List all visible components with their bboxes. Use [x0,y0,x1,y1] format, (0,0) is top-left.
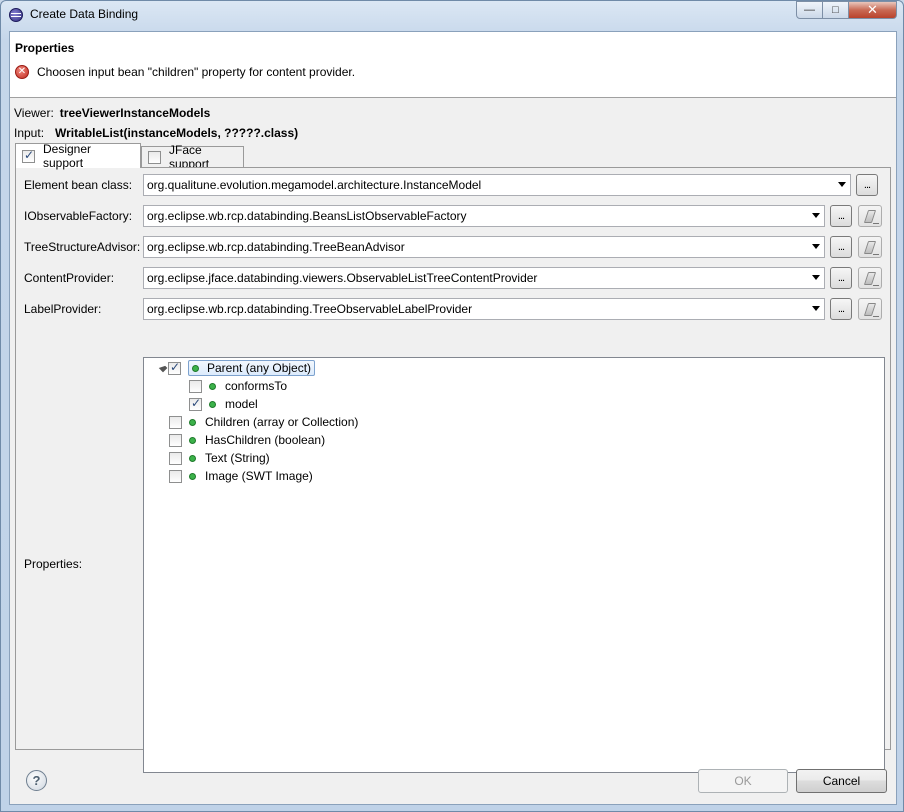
clear-button[interactable] [858,267,882,289]
cancel-button[interactable]: Cancel [796,769,887,793]
field-label: IObservableFactory: [24,209,133,223]
contentprovider-combo[interactable]: org.eclipse.jface.databinding.viewers.Ob… [143,267,825,289]
eraser-icon [863,210,877,223]
browse-button[interactable]: ... [830,267,852,289]
ok-button[interactable]: OK [698,769,788,793]
tree-item-parent[interactable]: Parent (any Object) [150,359,316,377]
viewer-value: treeViewerInstanceModels [59,106,211,120]
window-controls: — □ ✕ [796,1,897,19]
tree-item-image[interactable]: Image (SWT Image) [169,467,313,485]
window-title: Create Data Binding [30,7,139,21]
tree-item-label: HasChildren (boolean) [205,433,326,447]
header-title: Properties [15,41,75,55]
dialog-client-area: Properties ✕ Choosen input bean "childre… [9,31,897,805]
tree-item-model[interactable]: model [189,395,258,413]
element-bean-class-combo[interactable]: org.qualitune.evolution.megamodel.archit… [143,174,851,196]
eraser-icon [863,272,877,285]
tree-item-checkbox[interactable] [169,451,182,465]
combo-value: org.eclipse.wb.rcp.databinding.TreeBeanA… [147,240,405,254]
browse-button[interactable]: ... [830,205,852,227]
tree-item-text[interactable]: Text (String) [169,449,270,467]
help-icon[interactable]: ? [26,770,47,791]
tree-item-children[interactable]: Children (array or Collection) [169,413,358,431]
iobservablefactory-combo[interactable]: org.eclipse.wb.rcp.databinding.BeansList… [143,205,825,227]
tree-item-checkbox[interactable] [169,433,182,447]
field-label: ContentProvider: [24,271,115,285]
input-row: Input: WritableList(instanceModels, ?????… [14,126,298,140]
browse-button[interactable]: ... [830,236,852,258]
combo-value: org.eclipse.wb.rcp.databinding.BeansList… [147,209,467,223]
error-x-icon: ✕ [15,65,29,79]
treestructureadvisor-combo[interactable]: org.eclipse.wb.rcp.databinding.TreeBeanA… [143,236,825,258]
field-dot-icon [189,418,196,426]
tree-item-label: Image (SWT Image) [205,469,313,483]
tree-item-checkbox[interactable] [168,360,181,375]
designer-support-checkbox[interactable] [22,148,35,163]
eraser-icon [863,303,877,316]
dropdown-arrow-icon [812,213,820,218]
input-value: WritableList(instanceModels, ?????.class… [55,126,299,140]
clear-button[interactable] [858,298,882,320]
field-row-element-bean-class: Element bean class: org.qualitune.evolut… [24,174,878,196]
combo-value: org.eclipse.jface.databinding.viewers.Ob… [147,271,538,285]
tree-item-checkbox[interactable] [189,396,202,411]
labelprovider-combo[interactable]: org.eclipse.wb.rcp.databinding.TreeObser… [143,298,825,320]
properties-label: Properties: [24,557,83,571]
eclipse-app-icon [9,8,23,22]
title-bar[interactable]: Create Data Binding — □ ✕ [1,1,903,29]
tree-item-label: model [225,397,258,411]
tree-item-selection: Parent (any Object) [188,360,316,376]
field-dot-icon [209,382,216,390]
designer-support-panel: Element bean class: org.qualitune.evolut… [15,167,891,773]
field-label: LabelProvider: [24,302,102,316]
input-label: Input: [14,126,45,140]
field-dot-icon [209,400,216,408]
jface-support-checkbox[interactable] [148,150,161,164]
viewer-row: Viewer: treeViewerInstanceModels [14,106,210,120]
tab-jface-support[interactable]: JFace support [141,143,244,171]
browse-button[interactable]: ... [830,298,852,320]
tree-item-label: Parent (any Object) [207,361,312,375]
tab-label: Designer support [43,142,92,170]
tree-item-haschildren[interactable]: HasChildren (boolean) [169,431,325,449]
tree-item-conformsto[interactable]: conformsTo [189,377,287,395]
field-label: TreeStructureAdvisor: [24,240,141,254]
field-row-contentprovider: ContentProvider: org.eclipse.jface.datab… [24,267,882,289]
combo-value: org.qualitune.evolution.megamodel.archit… [147,178,482,192]
expand-triangle-icon[interactable] [150,359,168,377]
error-message: Choosen input bean "children" property f… [37,65,356,79]
tree-item-checkbox[interactable] [189,379,202,393]
combo-value: org.eclipse.wb.rcp.databinding.TreeObser… [147,302,473,316]
tree-item-label: Children (array or Collection) [205,415,359,429]
minimize-button[interactable]: — [796,1,823,19]
dialog-window: Create Data Binding — □ ✕ Properties ✕ C… [0,0,904,812]
tree-item-checkbox[interactable] [169,469,182,483]
dropdown-arrow-icon [838,182,846,187]
dropdown-arrow-icon [812,306,820,311]
field-row-iobservablefactory: IObservableFactory: org.eclipse.wb.rcp.d… [24,205,882,227]
clear-button[interactable] [858,205,882,227]
field-dot-icon [189,472,196,480]
eraser-icon [863,241,877,254]
maximize-button[interactable]: □ [823,1,849,19]
browse-button[interactable]: ... [856,174,878,196]
properties-tree[interactable]: Parent (any Object) conformsTo model Ch [143,357,885,773]
close-button[interactable]: ✕ [849,1,897,19]
dialog-header: Properties ✕ Choosen input bean "childre… [10,32,896,98]
field-dot-icon [192,364,199,372]
field-row-treestructureadvisor: TreeStructureAdvisor: org.eclipse.wb.rcp… [24,236,882,258]
dropdown-arrow-icon [812,244,820,249]
dropdown-arrow-icon [812,275,820,280]
viewer-label: Viewer: [14,106,54,120]
field-row-labelprovider: LabelProvider: org.eclipse.wb.rcp.databi… [24,298,882,320]
tree-item-label: Text (String) [205,451,270,465]
tab-designer-support[interactable]: Designer support [15,142,141,170]
tree-item-label: conformsTo [225,379,288,393]
clear-button[interactable] [858,236,882,258]
field-dot-icon [189,436,196,444]
tree-item-checkbox[interactable] [169,415,182,429]
field-label: Element bean class: [24,178,133,192]
field-dot-icon [189,454,196,462]
